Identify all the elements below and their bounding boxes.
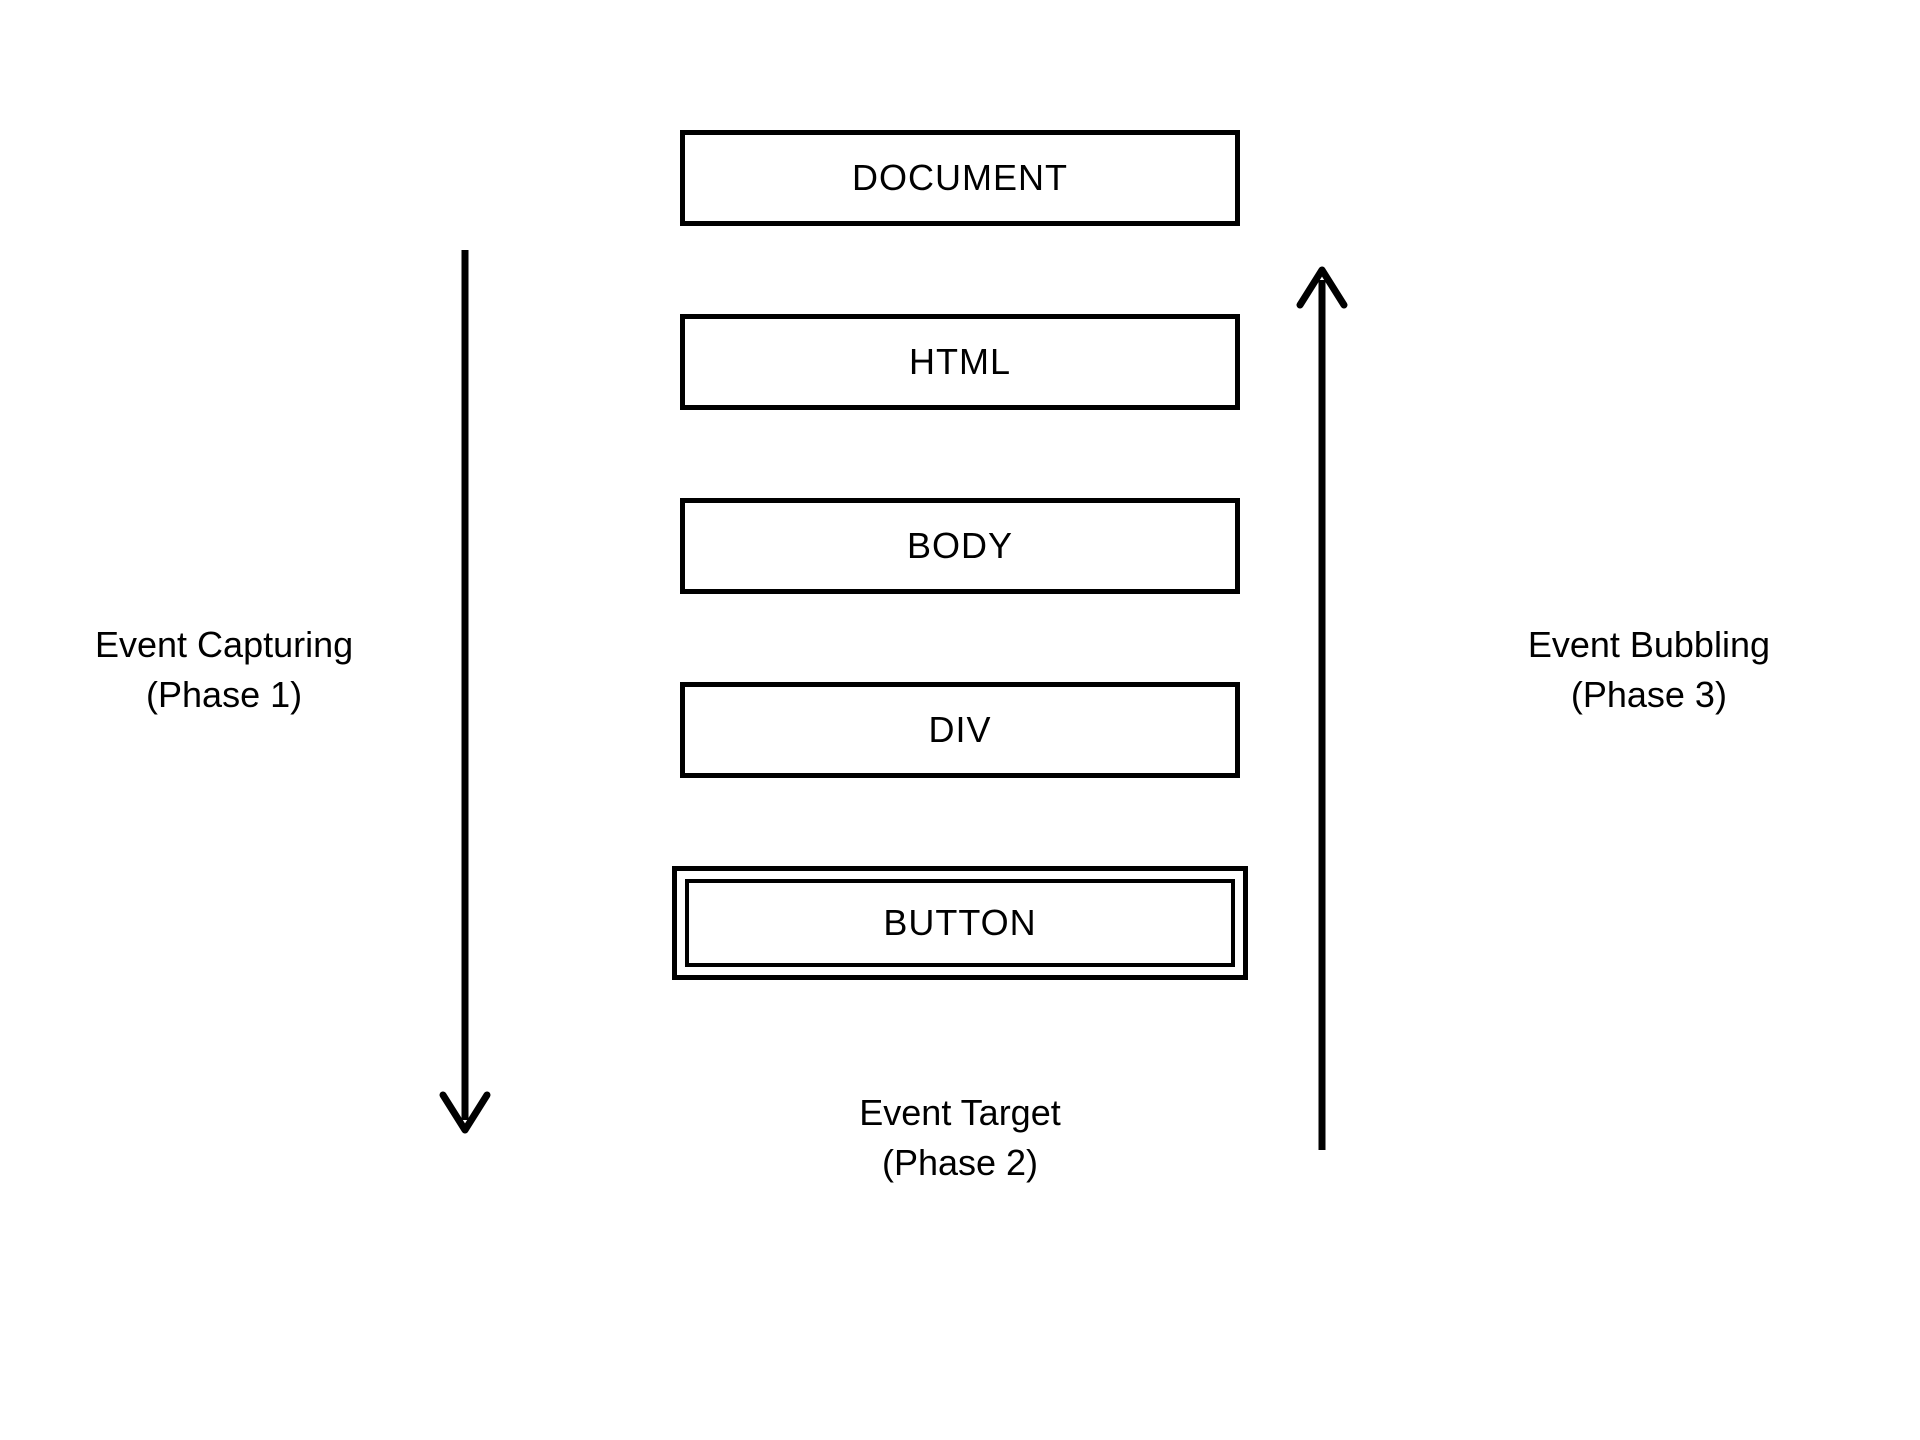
capturing-label-line2: (Phase 1) [95, 670, 353, 720]
capturing-label-line1: Event Capturing [95, 620, 353, 670]
event-propagation-diagram: Event Capturing (Phase 1) DOCUMENT HTML … [0, 130, 1920, 980]
box-html: HTML [680, 314, 1240, 410]
box-body: BODY [680, 498, 1240, 594]
bubbling-label-line2: (Phase 3) [1528, 670, 1770, 720]
target-label-line1: Event Target [0, 1088, 1920, 1138]
box-button-target: BUTTON [672, 866, 1248, 980]
down-arrow-icon [435, 250, 495, 1155]
bubbling-label-line1: Event Bubbling [1528, 620, 1770, 670]
box-document: DOCUMENT [680, 130, 1240, 226]
dom-hierarchy-boxes: DOCUMENT HTML BODY DIV BUTTON [672, 130, 1248, 980]
up-arrow-icon [1292, 250, 1352, 1155]
capturing-phase-label: Event Capturing (Phase 1) [95, 620, 353, 721]
bubbling-phase-label: Event Bubbling (Phase 3) [1528, 620, 1770, 721]
target-label-line2: (Phase 2) [0, 1138, 1920, 1188]
box-div: DIV [680, 682, 1240, 778]
box-button-inner: BUTTON [685, 879, 1235, 967]
target-phase-label: Event Target (Phase 2) [0, 1088, 1920, 1189]
